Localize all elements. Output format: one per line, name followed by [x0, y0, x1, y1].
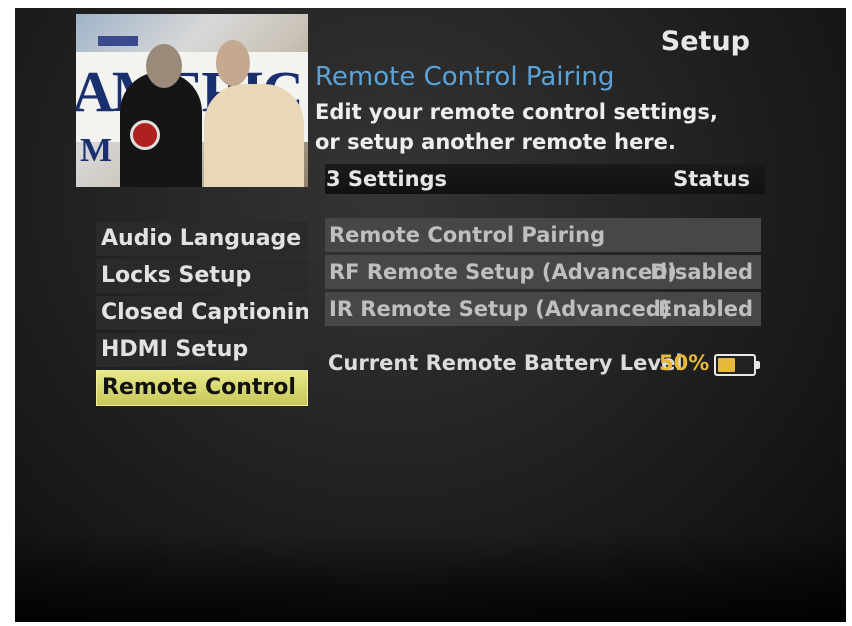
menu-item-hdmi-setup[interactable]: HDMI Setup [96, 333, 308, 367]
section-title: Setup [660, 26, 750, 57]
preview-person-right-head [216, 40, 250, 86]
menu-item-locks-setup[interactable]: Locks Setup [96, 259, 308, 293]
tv-screen: AMERIC M Setup Remote Control Pairing Ed… [15, 8, 846, 622]
battery-level-percent: 50% [659, 351, 710, 375]
setting-status: Enabled [658, 297, 753, 321]
battery-terminal [756, 361, 760, 369]
bottom-shadow [15, 532, 846, 622]
battery-icon [714, 354, 760, 376]
page-description: Edit your remote control settings, or se… [315, 100, 718, 154]
menu-item-remote-control[interactable]: Remote Control [96, 370, 308, 406]
setting-label: IR Remote Setup (Advanced) [329, 297, 671, 321]
battery-level-label: Current Remote Battery Level [328, 351, 683, 375]
live-tv-preview: AMERIC M [76, 14, 308, 187]
setting-label: RF Remote Setup (Advanced) [329, 260, 677, 284]
preview-banner-text-2: M [80, 132, 113, 169]
setting-row-rf-remote-setup[interactable]: RF Remote Setup (Advanced) Disabled [325, 255, 761, 289]
preview-network-tag [98, 36, 138, 46]
setup-menu: Audio Language Locks Setup Closed Captio… [96, 222, 308, 409]
status-column-header: Status [673, 167, 750, 191]
settings-count: 3 Settings [326, 167, 448, 191]
battery-fill [718, 358, 735, 372]
settings-list: Remote Control Pairing RF Remote Setup (… [325, 218, 761, 329]
setting-row-remote-pairing[interactable]: Remote Control Pairing [325, 218, 761, 252]
battery-level-row: Current Remote Battery Level 50% [328, 346, 768, 380]
setting-row-ir-remote-setup[interactable]: IR Remote Setup (Advanced) Enabled [325, 292, 761, 326]
menu-item-audio-language[interactable]: Audio Language [96, 222, 308, 256]
page-title: Remote Control Pairing [315, 62, 615, 92]
menu-item-closed-captioning[interactable]: Closed Captioning [96, 296, 308, 330]
settings-header-bar: 3 Settings Status [325, 164, 765, 194]
setting-status: Disabled [650, 260, 753, 284]
preview-person-left-head [146, 44, 182, 88]
preview-shirt-logo [130, 120, 160, 150]
preview-person-right [204, 84, 304, 187]
setting-label: Remote Control Pairing [329, 223, 606, 247]
